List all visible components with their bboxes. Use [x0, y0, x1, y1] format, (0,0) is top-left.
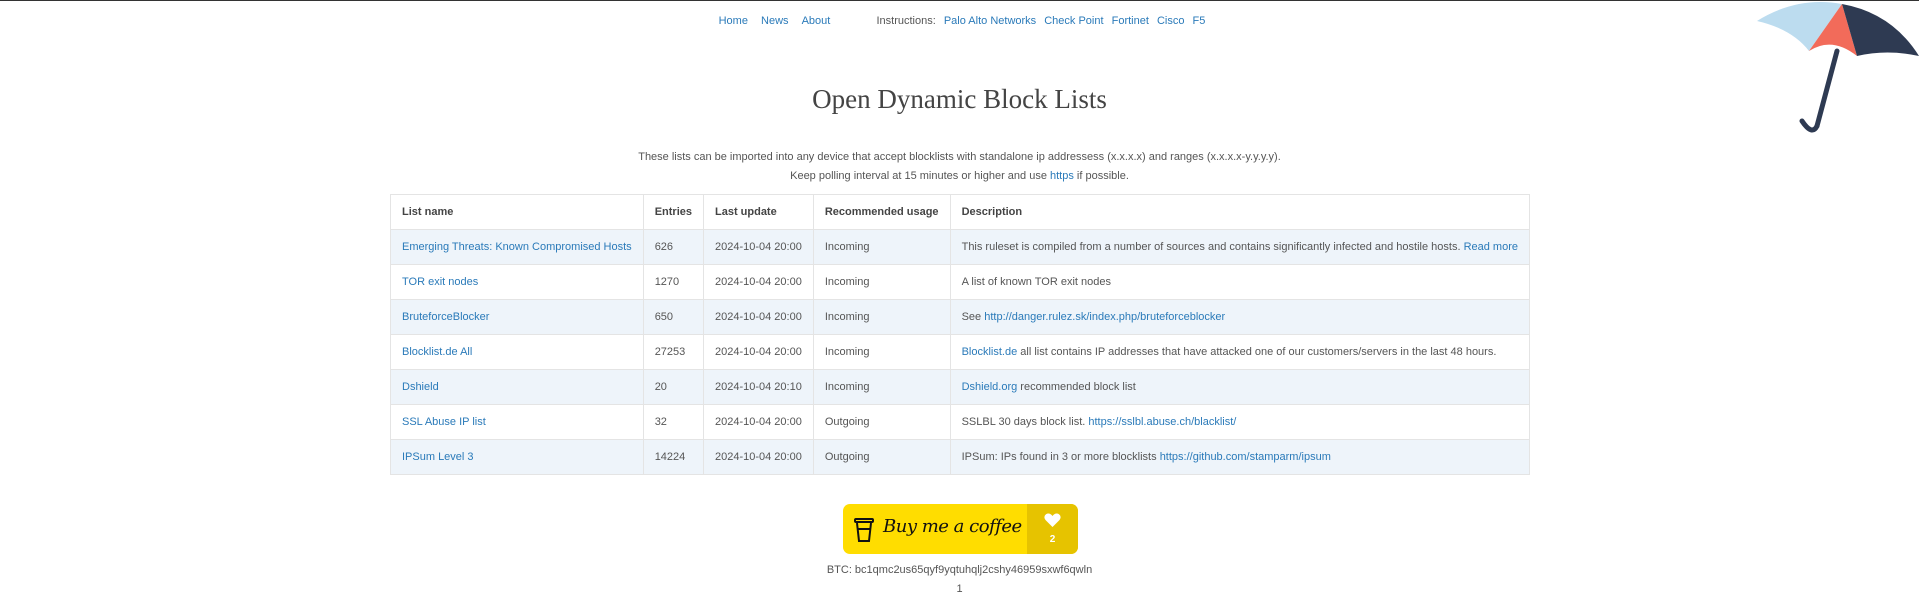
description-source-link[interactable]: Blocklist.de	[962, 346, 1018, 358]
coffee-label: Buy me a coffee	[883, 516, 1022, 537]
header-list-name: List name	[390, 194, 644, 230]
usage-cell: Incoming	[812, 334, 951, 370]
instructions-label: Instructions:	[876, 15, 936, 27]
list-name-cell: BruteforceBlocker	[390, 299, 644, 335]
entries-cell: 1270	[642, 264, 704, 300]
entries-cell: 626	[642, 229, 704, 265]
header-last-update: Last update	[702, 194, 814, 230]
description-cell: See http://danger.rulez.sk/index.php/bru…	[949, 299, 1531, 335]
last-update-cell: 2024-10-04 20:00	[702, 229, 814, 265]
umbrella-logo-icon	[1757, 2, 1919, 133]
header-description: Description	[949, 194, 1531, 230]
nav-about-link[interactable]: About	[802, 15, 831, 27]
list-name-cell: IPSum Level 3	[390, 439, 644, 475]
main-nav: Home News About	[714, 15, 836, 27]
table-row: IPSum Level 3 14224 2024-10-04 20:00 Outgoi…	[390, 439, 1531, 475]
table-row: Dshield 20 2024-10-04 20:10 Incoming Dshield…	[390, 369, 1531, 405]
header-entries: Entries	[642, 194, 704, 230]
description-cell: A list of known TOR exit nodes	[949, 264, 1531, 300]
list-name-cell: Dshield	[390, 369, 644, 405]
last-update-cell: 2024-10-04 20:00	[702, 264, 814, 300]
list-name-cell: SSL Abuse IP list	[390, 404, 644, 440]
nav-home-link[interactable]: Home	[719, 15, 748, 27]
description-link[interactable]: https://github.com/stamparm/ipsum	[1160, 451, 1331, 463]
coffee-supporters: 2	[1027, 504, 1078, 554]
list-name-link[interactable]: IPSum Level 3	[402, 451, 474, 463]
supporter-count: 2	[1049, 534, 1056, 545]
table-header-row: List name Entries Last update Recommende…	[390, 194, 1531, 230]
list-name-link[interactable]: TOR exit nodes	[402, 276, 478, 288]
heart-icon	[1044, 513, 1061, 527]
list-name-link[interactable]: Emerging Threats: Known Compromised Host…	[402, 241, 632, 253]
table-row: BruteforceBlocker 650 2024-10-04 20:00 Inco…	[390, 299, 1531, 335]
description-text: See	[961, 311, 985, 323]
usage-cell: Outgoing	[812, 404, 951, 440]
header-recommended-usage: Recommended usage	[812, 194, 951, 230]
table-row: TOR exit nodes 1270 2024-10-04 20:00 Incomi…	[390, 264, 1531, 300]
instructions-check-point-link[interactable]: Check Point	[1044, 15, 1103, 27]
description-text: recommended block list	[1017, 381, 1136, 393]
description-source-link[interactable]: Dshield.org	[962, 381, 1018, 393]
list-name-cell: TOR exit nodes	[390, 264, 644, 300]
nav-news-link[interactable]: News	[761, 15, 789, 27]
entries-cell: 650	[642, 299, 704, 335]
btc-address: BTC: bc1qmc2us65qyf9yqtuhqlj2cshy46959sx…	[826, 564, 1093, 576]
https-link[interactable]: https	[1050, 170, 1074, 182]
instructions-cisco-link[interactable]: Cisco	[1157, 15, 1185, 27]
list-name-cell: Blocklist.de All	[390, 334, 644, 370]
list-name-link[interactable]: Blocklist.de All	[402, 346, 472, 358]
last-update-cell: 2024-10-04 20:00	[702, 439, 814, 475]
table-row: SSL Abuse IP list 32 2024-10-04 20:00 Outgo…	[390, 404, 1531, 440]
description-text: This ruleset is compiled from a number o…	[961, 241, 1464, 253]
description-link[interactable]: http://danger.rulez.sk/index.php/brutefo…	[984, 311, 1225, 323]
block-lists-table: List name Entries Last update Recommende…	[390, 194, 1531, 475]
usage-cell: Incoming	[812, 299, 951, 335]
usage-cell: Incoming	[812, 369, 951, 405]
usage-cell: Incoming	[812, 264, 951, 300]
description-cell: This ruleset is compiled from a number o…	[949, 229, 1531, 265]
instructions-fortinet-link[interactable]: Fortinet	[1112, 15, 1149, 27]
page-number: 1	[956, 583, 963, 595]
intro-text: These lists can be imported into any dev…	[0, 148, 1919, 185]
intro-line-2-suffix: if possible.	[1073, 169, 1129, 182]
list-name-link[interactable]: Dshield	[402, 381, 439, 393]
buy-me-a-coffee-button[interactable]: Buy me a coffee 2	[843, 504, 1078, 554]
intro-line-2: Keep polling interval at 15 minutes or h…	[0, 167, 1919, 186]
last-update-cell: 2024-10-04 20:00	[702, 299, 814, 335]
list-name-link[interactable]: BruteforceBlocker	[402, 311, 489, 323]
description-cell: Blocklist.de all list contains IP addres…	[949, 334, 1531, 370]
usage-cell: Outgoing	[812, 439, 951, 475]
description-link[interactable]: Read more	[1464, 241, 1518, 253]
list-name-cell: Emerging Threats: Known Compromised Host…	[390, 229, 644, 265]
entries-cell: 14224	[642, 439, 704, 475]
list-name-link[interactable]: SSL Abuse IP list	[402, 416, 486, 428]
coffee-cup-icon	[854, 518, 874, 542]
description-cell: Dshield.org recommended block list	[949, 369, 1531, 405]
last-update-cell: 2024-10-04 20:00	[702, 404, 814, 440]
table-row: Blocklist.de All 27253 2024-10-04 20:00 Inc…	[390, 334, 1531, 370]
intro-line-2-text: Keep polling interval at 15 minutes or h…	[790, 169, 1050, 182]
page-title: Open Dynamic Block Lists	[812, 84, 1107, 114]
description-link[interactable]: https://sslbl.abuse.ch/blacklist/	[1088, 416, 1236, 428]
instructions-nav: Instructions: Palo Alto Networks Check P…	[871, 15, 1205, 27]
usage-cell: Incoming	[812, 229, 951, 265]
last-update-cell: 2024-10-04 20:10	[702, 369, 814, 405]
top-navigation: Home News About Instructions: Palo Alto …	[0, 15, 1919, 27]
entries-cell: 32	[642, 404, 704, 440]
entries-cell: 27253	[642, 334, 704, 370]
entries-cell: 20	[642, 369, 704, 405]
description-text: SSLBL 30 days block list.	[961, 416, 1089, 428]
intro-line-1: These lists can be imported into any dev…	[638, 151, 1281, 163]
table-row: Emerging Threats: Known Compromised Host…	[390, 229, 1531, 265]
description-cell: SSLBL 30 days block list. https://sslbl.…	[949, 404, 1531, 440]
last-update-cell: 2024-10-04 20:00	[702, 334, 814, 370]
description-text: A list of known TOR exit nodes	[961, 276, 1111, 288]
description-text: IPSum: IPs found in 3 or more blocklists	[961, 451, 1160, 463]
description-cell: IPSum: IPs found in 3 or more blocklists…	[949, 439, 1531, 475]
instructions-palo-alto-link[interactable]: Palo Alto Networks	[944, 15, 1036, 27]
instructions-f5-link[interactable]: F5	[1193, 15, 1206, 27]
description-text: all list contains IP addresses that have…	[1017, 346, 1497, 358]
